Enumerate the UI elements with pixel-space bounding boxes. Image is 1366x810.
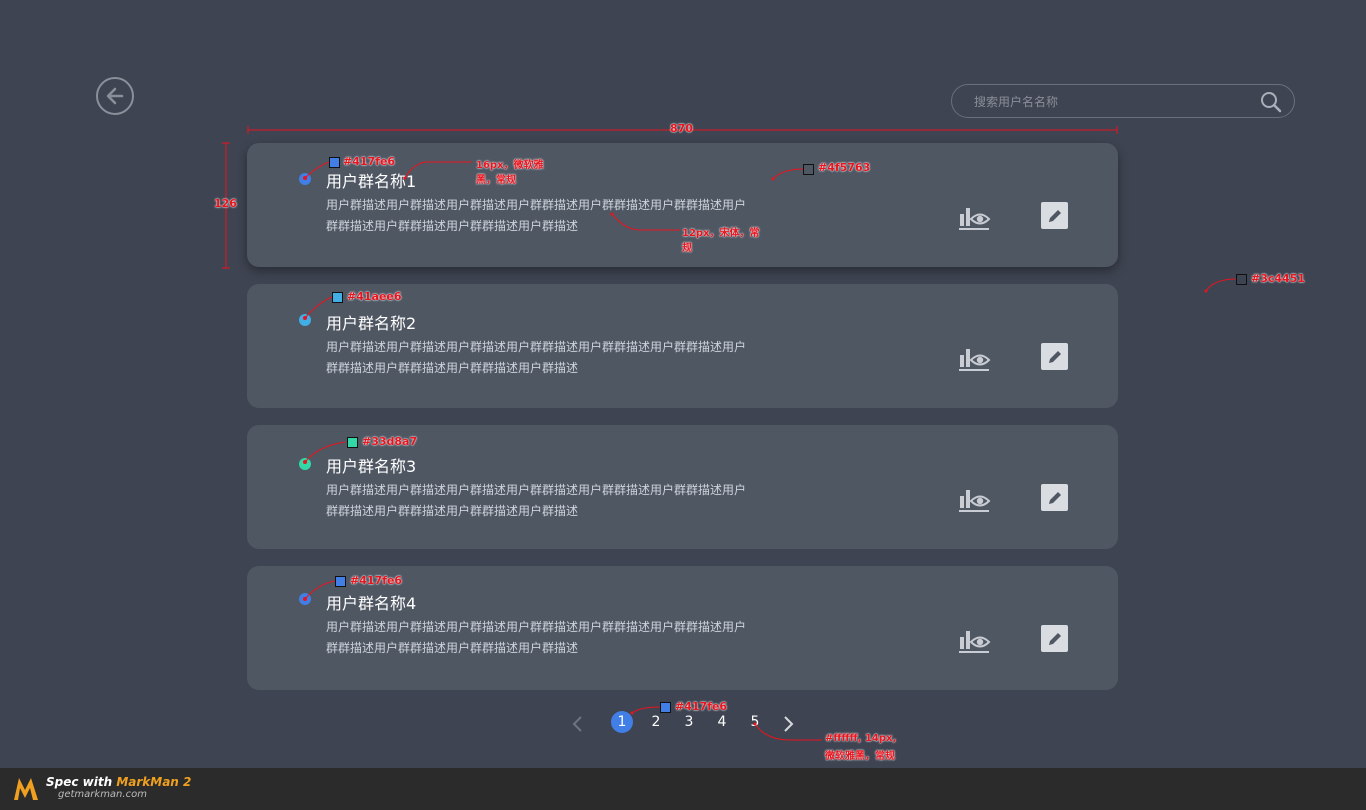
- font-annotation: 12px，宋体，常: [682, 228, 760, 239]
- color-annotation: #4f5763: [818, 161, 871, 174]
- group-name: 用户群名称1: [326, 172, 417, 191]
- view-users-icon[interactable]: [957, 201, 991, 235]
- status-dot: [299, 458, 311, 470]
- color-swatch: [329, 157, 340, 168]
- footer-url: getmarkman.com: [58, 789, 147, 800]
- edit-pencil-icon: [1048, 209, 1061, 222]
- view-users-icon[interactable]: [957, 624, 991, 658]
- color-swatch: [332, 292, 343, 303]
- back-arrow-icon: [106, 87, 124, 105]
- color-swatch: [335, 576, 346, 587]
- status-dot: [299, 314, 311, 326]
- view-users-icon[interactable]: [957, 483, 991, 517]
- color-annotation: #417fe6: [350, 574, 403, 587]
- view-users-icon[interactable]: [957, 342, 991, 376]
- status-dot: [299, 173, 311, 185]
- color-swatch: [660, 702, 671, 713]
- font-annotation: 微软雅黑，常规: [825, 751, 895, 762]
- color-annotation: #417fe6: [675, 700, 728, 713]
- pagination: 1 2 3 4 5: [567, 711, 807, 737]
- page-2[interactable]: 2: [645, 711, 667, 733]
- next-page-icon[interactable]: [781, 715, 795, 733]
- width-annotation: 870: [670, 122, 693, 135]
- page-1[interactable]: 1: [611, 711, 633, 733]
- color-annotation: #33d8a7: [362, 435, 418, 448]
- color-swatch: [803, 164, 814, 175]
- edit-pencil-icon: [1048, 491, 1061, 504]
- search-input[interactable]: [972, 85, 1256, 119]
- group-description: 用户群描述用户群描述用户群描述用户群群描述用户群群描述用户群群描述用户群群描述用…: [326, 483, 747, 518]
- back-button[interactable]: [96, 77, 134, 115]
- footer-brand: Spec with MarkMan 2: [46, 775, 192, 789]
- search-box: [951, 84, 1295, 119]
- height-annotation: 126: [214, 197, 237, 210]
- markman-footer: Spec with MarkMan 2 getmarkman.com: [0, 768, 1366, 810]
- group-name: 用户群名称3: [326, 457, 417, 476]
- status-dot: [299, 593, 311, 605]
- group-name: 用户群名称4: [326, 594, 417, 613]
- font-annotation: 16px，微软雅: [476, 160, 544, 171]
- group-description: 用户群描述用户群描述用户群描述用户群群描述用户群群描述用户群群描述用户群群描述用…: [326, 620, 747, 655]
- page-3[interactable]: 3: [678, 711, 700, 733]
- color-annotation: #3c4451: [1251, 272, 1306, 285]
- font-annotation: 黑，常规: [476, 175, 516, 186]
- color-swatch: [347, 437, 358, 448]
- font-annotation: 规: [682, 243, 692, 254]
- edit-button[interactable]: [1041, 202, 1068, 229]
- edit-button[interactable]: [1041, 343, 1068, 370]
- edit-button[interactable]: [1041, 625, 1068, 652]
- color-annotation: #41aee6: [347, 290, 402, 303]
- page-4[interactable]: 4: [711, 711, 733, 733]
- search-icon[interactable]: [1260, 91, 1282, 113]
- prev-page-icon[interactable]: [571, 715, 585, 733]
- color-annotation: #417fe6: [343, 155, 396, 168]
- color-swatch: [1236, 274, 1247, 285]
- markman-logo-icon: [14, 778, 38, 800]
- edit-pencil-icon: [1048, 632, 1061, 645]
- group-name: 用户群名称2: [326, 314, 417, 333]
- edit-button[interactable]: [1041, 484, 1068, 511]
- page-5[interactable]: 5: [744, 711, 766, 733]
- group-description: 用户群描述用户群描述用户群描述用户群群描述用户群群描述用户群群描述用户群群描述用…: [326, 340, 747, 375]
- font-annotation: #ffffff, 14px,: [825, 733, 897, 744]
- edit-pencil-icon: [1048, 350, 1061, 363]
